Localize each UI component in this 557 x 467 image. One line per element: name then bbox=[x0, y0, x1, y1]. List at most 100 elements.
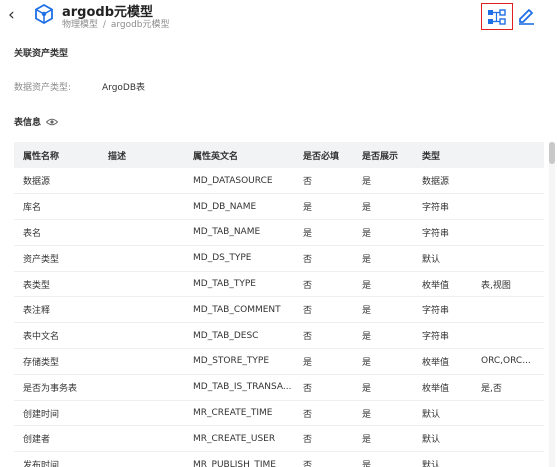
cell-description bbox=[99, 271, 184, 298]
cell-english-name: MR_CREATE_TIME bbox=[184, 400, 294, 427]
col-header-attr-name: 属性名称 bbox=[23, 151, 60, 162]
cell-required: 是 bbox=[294, 193, 353, 221]
cell-description bbox=[99, 168, 184, 195]
cell-english-name: MD_TAB_TYPE bbox=[184, 271, 294, 298]
cell-required: 否 bbox=[294, 322, 353, 350]
cell-enum-values: 是,否 bbox=[472, 374, 544, 401]
col-header-description: 描述 bbox=[108, 151, 127, 162]
cell-required: 否 bbox=[294, 168, 353, 195]
cell-enum-values: ORC,ORC... bbox=[472, 348, 544, 375]
table-row: 表注释 MD_TAB_COMMENT 否是字符串 bbox=[14, 296, 544, 324]
cell-attr-name: 库名 bbox=[14, 193, 99, 221]
cell-type: 枚举值 bbox=[413, 348, 472, 375]
cell-type: 默认 bbox=[413, 425, 472, 453]
cell-attr-name: 创建者 bbox=[14, 425, 99, 453]
cell-english-name: MD_STORE_TYPE bbox=[184, 348, 294, 375]
lineage-graph-icon bbox=[488, 8, 506, 25]
cell-type: 默认 bbox=[413, 400, 472, 427]
cell-required: 否 bbox=[294, 245, 353, 272]
col-header-displayed: 是否展示 bbox=[362, 151, 399, 162]
cell-required: 否 bbox=[294, 451, 353, 467]
cell-displayed: 是 bbox=[353, 322, 413, 350]
scrollbar-thumb[interactable] bbox=[549, 142, 555, 164]
cell-type: 字符串 bbox=[413, 322, 472, 350]
cell-required: 否 bbox=[294, 271, 353, 298]
col-header-enum-values bbox=[472, 142, 544, 168]
breadcrumb-separator: / bbox=[102, 20, 106, 30]
table-row: 创建时间 MR_CREATE_TIME 否是默认 bbox=[14, 400, 544, 427]
cell-english-name: MD_DB_NAME bbox=[184, 193, 294, 221]
cell-description bbox=[99, 296, 184, 324]
table-row: 发布时间 MR_PUBLISH_TIME 否是默认 bbox=[14, 451, 544, 467]
cell-enum-values bbox=[472, 451, 544, 467]
cell-description bbox=[99, 193, 184, 221]
table-row: 表中文名 MD_TAB_DESC 否是字符串 bbox=[14, 322, 544, 350]
cell-enum-values bbox=[472, 296, 544, 324]
table-header-row: 属性名称 描述 属性英文名 是否必填 是否展示 类型 bbox=[14, 142, 544, 168]
table-row: 库名 MD_DB_NAME 是是字符串 bbox=[14, 193, 544, 221]
asset-type-value: ArgoDB表 bbox=[102, 83, 146, 93]
cell-type: 默认 bbox=[413, 451, 472, 467]
cell-required: 否 bbox=[294, 296, 353, 324]
cell-attr-name: 表名 bbox=[14, 219, 99, 246]
edit-pencil-icon[interactable] bbox=[516, 5, 536, 25]
cell-english-name: MD_DS_TYPE bbox=[184, 245, 294, 272]
cell-required: 否 bbox=[294, 400, 353, 427]
cell-type: 枚举值 bbox=[413, 374, 472, 401]
assoc-section-title: 关联资产类型 bbox=[14, 49, 69, 59]
cell-description bbox=[99, 322, 184, 350]
cell-enum-values bbox=[472, 219, 544, 246]
cell-description bbox=[99, 400, 184, 427]
cell-english-name: MD_TAB_DESC bbox=[184, 322, 294, 350]
eye-icon[interactable] bbox=[46, 118, 59, 126]
cell-english-name: MD_DATASOURCE bbox=[184, 168, 294, 195]
cell-displayed: 是 bbox=[353, 296, 413, 324]
cell-enum-values bbox=[472, 425, 544, 453]
cell-displayed: 是 bbox=[353, 425, 413, 453]
table-scrollbar[interactable] bbox=[549, 142, 555, 467]
cell-enum-values bbox=[472, 245, 544, 272]
cell-displayed: 是 bbox=[353, 193, 413, 221]
cell-description bbox=[99, 245, 184, 272]
cell-displayed: 是 bbox=[353, 400, 413, 427]
cell-attr-name: 表注释 bbox=[14, 296, 99, 324]
cell-attr-name: 表中文名 bbox=[14, 322, 99, 350]
cell-displayed: 是 bbox=[353, 219, 413, 246]
cell-displayed: 是 bbox=[353, 348, 413, 375]
attributes-table: 属性名称 描述 属性英文名 是否必填 是否展示 类型 数据源 MD_DATASOU… bbox=[14, 142, 544, 467]
cell-type: 枚举值 bbox=[413, 271, 472, 298]
cell-english-name: MD_TAB_NAME bbox=[184, 219, 294, 246]
cell-displayed: 是 bbox=[353, 245, 413, 272]
cell-displayed: 是 bbox=[353, 451, 413, 467]
cell-attr-name: 表类型 bbox=[14, 271, 99, 298]
cell-description bbox=[99, 374, 184, 401]
asset-type-label: 数据资产类型: bbox=[14, 83, 72, 93]
cell-displayed: 是 bbox=[353, 374, 413, 401]
cell-attr-name: 是否为事务表 bbox=[14, 374, 99, 401]
cell-required: 是 bbox=[294, 219, 353, 246]
cell-enum-values bbox=[472, 168, 544, 195]
cell-description bbox=[99, 451, 184, 467]
lineage-view-button[interactable] bbox=[481, 3, 513, 30]
col-header-type: 类型 bbox=[422, 151, 441, 162]
cell-description bbox=[99, 219, 184, 246]
cell-enum-values bbox=[472, 400, 544, 427]
table-row: 资产类型 MD_DS_TYPE 否是默认 bbox=[14, 245, 544, 272]
breadcrumb-item-current: argodb元模型 bbox=[110, 20, 170, 30]
cell-enum-values: 表,视图 bbox=[472, 271, 544, 298]
cell-enum-values bbox=[472, 193, 544, 221]
cell-type: 字符串 bbox=[413, 219, 472, 246]
table-row: 创建者 MR_CREATE_USER 否是默认 bbox=[14, 425, 544, 453]
cell-required: 是 bbox=[294, 348, 353, 375]
cell-description bbox=[99, 348, 184, 375]
table-row: 表名 MD_TAB_NAME 是是字符串 bbox=[14, 219, 544, 246]
cube-icon bbox=[35, 3, 53, 25]
col-header-english-name: 属性英文名 bbox=[193, 151, 239, 162]
col-header-required: 是否必填 bbox=[303, 151, 340, 162]
table-info-title: 表信息 bbox=[14, 118, 42, 128]
cell-attr-name: 发布时间 bbox=[14, 451, 99, 467]
back-button[interactable]: ‹ bbox=[8, 6, 24, 24]
cell-enum-values bbox=[472, 322, 544, 350]
breadcrumb-item-physical-model[interactable]: 物理模型 bbox=[62, 20, 98, 30]
cell-required: 否 bbox=[294, 374, 353, 401]
